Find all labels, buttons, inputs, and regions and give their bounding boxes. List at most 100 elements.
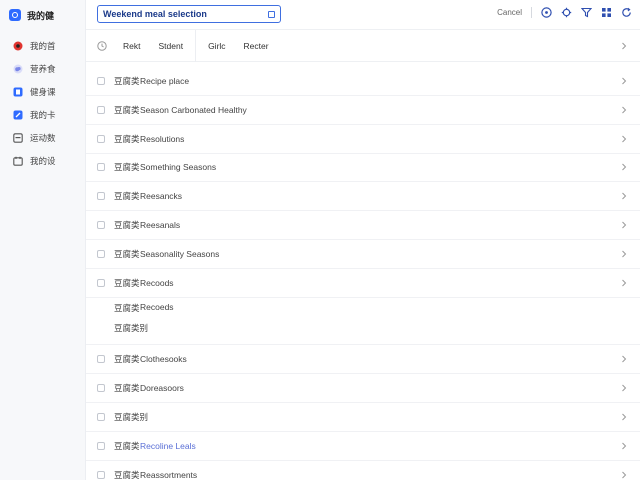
item-code: 豆腐类 [114,248,140,259]
app-logo-icon [9,9,21,21]
cloud-icon [13,64,23,74]
tab-4[interactable]: Recter [238,30,281,62]
chevron-right-icon[interactable] [620,106,628,114]
item-name: Doreasoors [140,383,184,394]
sidebar-item-label: 营养食 [30,63,56,74]
item-code: 豆腐类 [114,220,140,230]
item-code: 豆腐类 [114,104,140,115]
chevron-right-icon[interactable] [620,471,628,479]
chevron-right-icon[interactable] [620,279,628,287]
item-subtext: 豆腐类别 [114,323,149,334]
chevron-right-icon[interactable] [620,77,628,85]
row-checkbox[interactable] [97,105,105,114]
row-checkbox[interactable] [97,413,105,421]
list-item[interactable]: 豆腐类 Reesanals [86,211,640,240]
list-item[interactable]: 豆腐类 Seasonality Seasons [86,240,640,269]
row-checkbox[interactable] [97,221,105,229]
item-code: 豆腐类 [114,133,140,144]
row-checkbox[interactable] [97,77,105,85]
list-item[interactable]: 豆腐类别 [86,403,640,432]
chevron-right-icon[interactable] [620,163,628,171]
tab-2[interactable]: Stdent [152,29,197,62]
list-item[interactable]: 豆腐类 Recoods [86,269,640,298]
list-item[interactable]: 豆腐类 Clothesooks [86,345,640,375]
chevron-right-icon[interactable] [620,192,628,200]
list-item[interactable]: 豆腐类 Recipe place [86,67,640,96]
list-item[interactable]: 豆腐类 Doreasoors [86,374,640,404]
calendar-icon [13,156,23,166]
chevron-right-icon[interactable] [620,413,628,421]
app-brand[interactable]: 我的健 [9,8,54,22]
sidebar-item-nutrition[interactable]: 营养食 [0,57,86,80]
item-code: 豆腐类 [114,383,140,394]
item-code: 豆腐类 [114,162,140,173]
chart-icon [13,132,23,143]
list-item[interactable]: 豆腐类 Recoline Leals [86,432,640,461]
row-checkbox[interactable] [97,278,105,287]
record-icon [13,41,23,51]
pencil-square-icon [13,110,23,120]
sidebar-item-label: 健身课 [30,86,56,97]
settings-icon[interactable] [561,7,572,18]
chevron-right-icon[interactable] [620,384,628,392]
search-box[interactable] [97,5,281,23]
top-bar: Cancel [86,0,640,30]
sidebar-item-settings[interactable]: 我的设 [0,149,86,172]
item-name: Recipe place [140,76,190,86]
sidebar-item-label: 运动数 [30,132,56,143]
item-name: Clothesooks [140,354,187,365]
item-name[interactable]: Recoline Leals [140,441,196,451]
list-item[interactable]: 豆腐类 Something Seasons [86,153,640,183]
row-checkbox[interactable] [97,384,105,393]
row-checkbox[interactable] [97,163,105,172]
chevron-right-icon[interactable] [620,135,628,143]
item-code: 豆腐类 [114,469,140,480]
app-name: 我的健 [27,10,55,21]
chevron-right-icon[interactable] [620,221,628,229]
item-code: 豆腐类 [114,440,140,451]
sidebar-item-stats[interactable]: 运动数 [0,126,86,149]
item-name: Seasonality Seasons [140,248,220,259]
grid-icon[interactable] [601,7,612,18]
row-checkbox[interactable] [97,470,105,479]
row-checkbox[interactable] [97,134,105,143]
search-input[interactable] [103,9,268,19]
search-clear-icon[interactable] [268,10,275,18]
tab-bar: Rekt Stdent Girlc Recter [86,29,640,62]
row-checkbox[interactable] [97,355,105,364]
list-item[interactable]: 豆腐类 Recoeds 豆腐类别 [86,297,640,346]
item-code: 豆腐类 [114,303,140,314]
chevron-right-icon[interactable] [620,42,628,50]
sidebar-item-home[interactable]: 我的首 [0,34,86,57]
cancel-button[interactable]: Cancel [497,8,522,17]
tab-3[interactable]: Girlc [202,30,237,62]
item-name: Recoods [140,277,174,288]
chevron-right-icon[interactable] [620,355,628,363]
row-checkbox[interactable] [97,192,105,201]
item-name: Resolutions [140,133,185,144]
clock-icon[interactable] [96,40,107,51]
list-item[interactable]: 豆腐类 Reesancks [86,182,640,212]
item-code: 豆腐类 [114,277,140,288]
sidebar-item-label: 我的设 [30,155,56,166]
list-item[interactable]: 豆腐类 Resolutions [86,125,640,154]
chevron-right-icon[interactable] [620,442,628,450]
list-item[interactable]: 豆腐类 Season Carbonated Healthy [86,96,640,125]
sidebar-item-label: 我的首 [30,40,56,51]
sidebar-item-checkin[interactable]: 我的卡 [0,103,86,126]
filter-icon[interactable] [581,7,592,18]
list-item[interactable]: 豆腐类 Reassortments [86,461,640,480]
divider [531,7,532,18]
help-icon[interactable] [541,7,552,18]
row-checkbox[interactable] [97,249,105,258]
main-content: Rekt Stdent Girlc Recter 豆腐类 Recipe place… [86,29,640,480]
tab-1[interactable]: Rekt [117,30,152,62]
refresh-icon[interactable] [621,7,632,18]
item-code: 豆腐类 [114,76,140,86]
chevron-right-icon[interactable] [620,250,628,258]
row-checkbox[interactable] [97,441,105,450]
sidebar-item-label: 我的卡 [30,109,56,120]
sidebar-item-courses[interactable]: 健身课 [0,80,86,103]
sidebar-nav: 我的首 营养食 健身课 我的卡 运动数 我的设 [0,34,86,172]
item-name: Season Carbonated Healthy [140,104,247,115]
